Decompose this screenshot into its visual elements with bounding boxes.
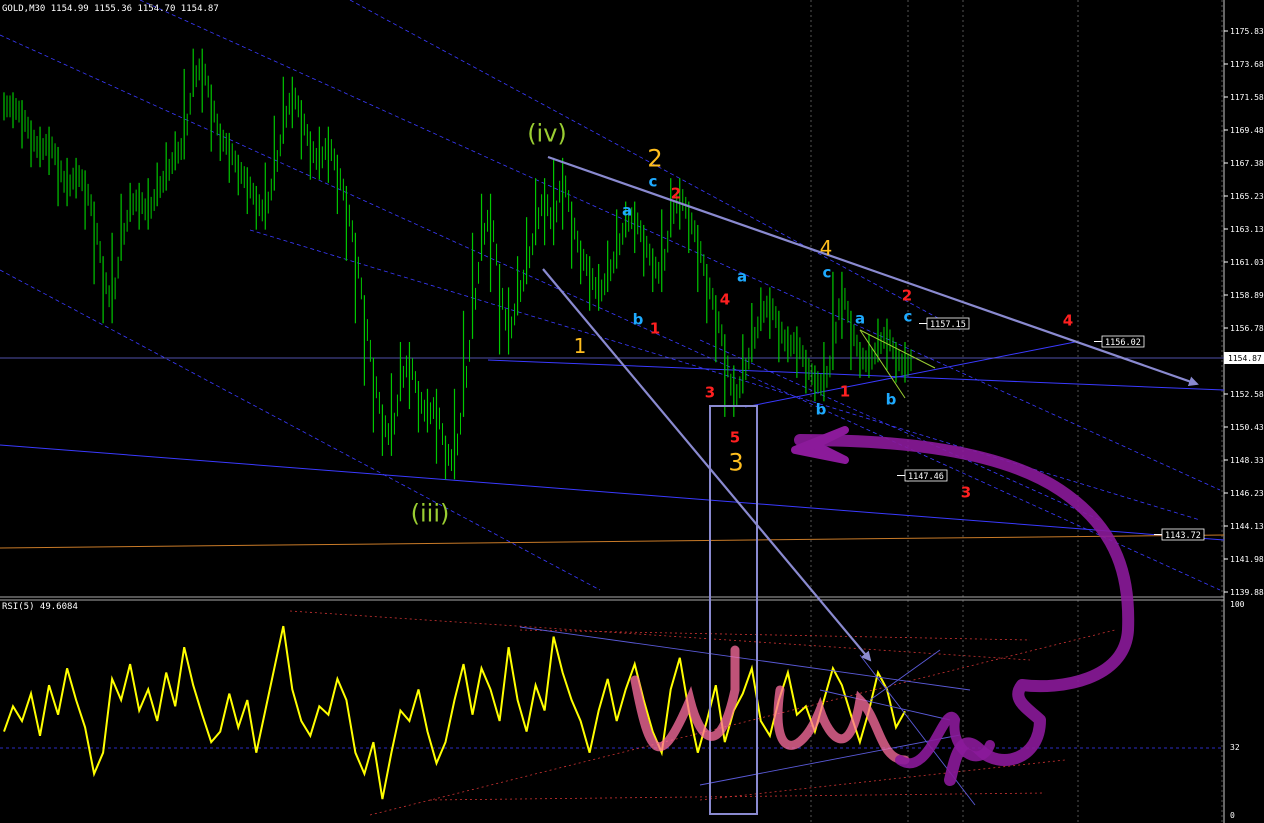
price-tick-label: 1141.98 <box>1230 555 1264 564</box>
wave-label: b <box>886 390 897 408</box>
wave-label: 1 <box>650 319 660 337</box>
price-tick-label: 1171.58 <box>1230 93 1264 102</box>
wave-label: (iv) <box>527 119 567 147</box>
wave-label: 3 <box>728 448 743 476</box>
price-tick-label: 1165.23 <box>1230 192 1264 201</box>
rsi-tick-label: 32 <box>1230 743 1240 752</box>
price-title: GOLD,M30 1154.99 1155.36 1154.70 1154.87 <box>2 4 219 14</box>
wave-label: c <box>823 263 832 281</box>
price-tick-label: 1150.43 <box>1230 423 1264 432</box>
price-tick-label: 1169.48 <box>1230 126 1264 135</box>
wave-label: b <box>633 310 644 328</box>
price-tick-label: 1161.03 <box>1230 258 1264 267</box>
wave-label: 4 <box>720 290 730 308</box>
price-tick-label: 1156.78 <box>1230 324 1264 333</box>
price-chart: (iv)(iii)2c2a1b 143a534cb1ab2c34 1175.831… <box>0 0 1264 823</box>
wave-label: c <box>649 172 658 190</box>
rsi-tick-label: 100 <box>1230 600 1245 609</box>
wave-label: 3 <box>705 383 715 401</box>
price-tag-label: 1143.72 <box>1165 531 1201 541</box>
wave-label: 2 <box>671 184 681 202</box>
wave-label: a <box>622 201 632 219</box>
wave-label: c <box>904 307 913 325</box>
wave-label: 3 <box>961 483 971 501</box>
price-tick-label: 1146.23 <box>1230 489 1264 498</box>
wave-label: 1 <box>840 382 850 400</box>
price-tick-label: 1158.89 <box>1230 291 1264 300</box>
price-tick-label: 1163.13 <box>1230 225 1264 234</box>
price-tick-label: 1148.33 <box>1230 456 1264 465</box>
wave-label: 4 <box>820 236 833 260</box>
wave-label: a <box>737 267 747 285</box>
price-tick-label: 1175.83 <box>1230 27 1264 36</box>
wave-label: (iii) <box>411 499 450 527</box>
wave-label: 2 <box>902 286 912 304</box>
price-tick-label: 1173.68 <box>1230 60 1264 69</box>
rsi-title: RSI(5) 49.6084 <box>2 602 78 612</box>
wave-label: 1 <box>574 334 587 358</box>
wave-label: 5 <box>730 428 740 446</box>
wave-label: b <box>816 400 827 418</box>
wave-label: a <box>855 309 865 327</box>
wave-label: 2 <box>647 144 662 172</box>
rsi-tick-label: 0 <box>1230 811 1235 820</box>
price-tick-label: 1167.38 <box>1230 159 1264 168</box>
price-tick-label: 1144.13 <box>1230 522 1264 531</box>
price-tick-label: 1139.88 <box>1230 588 1264 597</box>
price-tag-label: 1147.46 <box>908 472 944 482</box>
current-price-label: 1154.87 <box>1228 354 1262 363</box>
price-tag-label: 1156.02 <box>1105 338 1141 348</box>
price-tick-label: 1152.58 <box>1230 390 1264 399</box>
wave-label: 4 <box>1063 311 1073 329</box>
price-tag-label: 1157.15 <box>930 320 966 330</box>
